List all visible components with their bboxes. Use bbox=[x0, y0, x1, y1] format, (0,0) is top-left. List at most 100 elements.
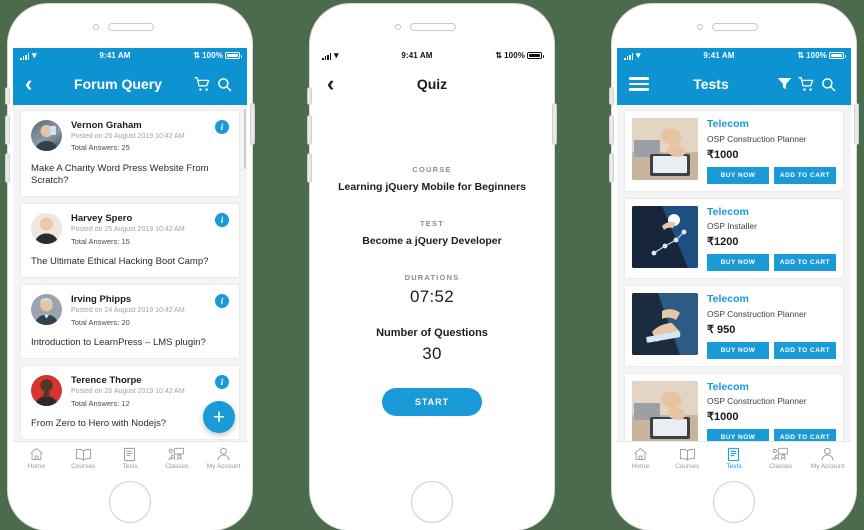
volume-down-button[interactable] bbox=[6, 154, 9, 182]
product-category[interactable]: Telecom bbox=[707, 293, 836, 306]
status-bar: ▾ 9:41 AM ⇅ 100% bbox=[617, 48, 851, 63]
volume-down-button[interactable] bbox=[308, 154, 311, 182]
volume-up-button[interactable] bbox=[308, 116, 311, 144]
durations-value: 07:52 bbox=[409, 287, 455, 306]
phone-device-forum: ▾ 9:41 AM ⇅ 100% ‹ Forum Query Vernon Gr… bbox=[6, 4, 254, 530]
cellular-signal-icon bbox=[322, 53, 331, 60]
nav-label: Home bbox=[27, 462, 46, 470]
post-question: From Zero to Hero with Nodejs? bbox=[31, 417, 167, 429]
product-category[interactable]: Telecom bbox=[707, 206, 836, 219]
product-name: OSP Construction Planner bbox=[707, 396, 807, 407]
home-button[interactable] bbox=[109, 481, 151, 523]
classroom-icon bbox=[168, 447, 185, 462]
buy-now-button[interactable]: BUY NOW bbox=[707, 254, 769, 272]
info-icon[interactable]: i bbox=[215, 213, 229, 228]
bluetooth-icon: ⇅ bbox=[495, 51, 503, 60]
search-icon[interactable] bbox=[817, 73, 839, 95]
volume-down-button[interactable] bbox=[610, 154, 613, 182]
forum-content[interactable]: Vernon Graham Posted on 26 August 2019 1… bbox=[13, 105, 247, 441]
back-chevron-icon[interactable]: ‹ bbox=[25, 73, 45, 95]
nav-item-my-account[interactable]: My Account bbox=[200, 447, 247, 471]
add-post-button[interactable]: + bbox=[203, 401, 235, 433]
tests-content[interactable]: Telecom OSP Construction Planner ₹1000 B… bbox=[617, 105, 851, 441]
back-chevron-icon[interactable]: ‹ bbox=[327, 73, 347, 95]
bottom-navigation: Home Courses Tests Classes My Account bbox=[13, 441, 247, 475]
earpiece-speaker bbox=[712, 23, 758, 31]
nav-item-my-account[interactable]: My Account bbox=[804, 447, 851, 471]
list-item[interactable]: Vernon Graham Posted on 26 August 2019 1… bbox=[20, 110, 240, 198]
info-icon[interactable]: i bbox=[215, 294, 229, 309]
add-to-cart-button[interactable]: ADD TO CART bbox=[774, 429, 836, 441]
app-bar-quiz: ‹ Quiz bbox=[315, 63, 549, 105]
add-to-cart-button[interactable]: ADD TO CART bbox=[774, 341, 836, 359]
home-button[interactable] bbox=[411, 481, 453, 523]
device-bottom-bezel bbox=[612, 475, 856, 530]
info-icon[interactable]: i bbox=[215, 120, 229, 134]
nav-item-classes[interactable]: Classes bbox=[153, 447, 200, 471]
filter-icon[interactable] bbox=[773, 73, 795, 95]
post-answer-count: Total Answers: 12 bbox=[71, 398, 130, 408]
list-item[interactable]: Telecom OSP Construction Planner ₹1000 B… bbox=[624, 110, 844, 192]
battery-icon bbox=[225, 52, 242, 59]
status-bar: ▾ 9:41 AM ⇅ 100% bbox=[315, 48, 549, 63]
list-item[interactable]: Terence Thorpe Posted on 26 August 2019 … bbox=[20, 365, 240, 441]
post-question: Introduction to LearnPress – LMS plugin? bbox=[31, 336, 206, 348]
earpiece-speaker bbox=[108, 23, 154, 31]
cart-icon[interactable] bbox=[795, 73, 817, 95]
product-category[interactable]: Telecom bbox=[707, 118, 836, 131]
hamburger-menu-icon[interactable] bbox=[629, 77, 649, 91]
page-title: Forum Query bbox=[74, 76, 162, 92]
add-to-cart-button[interactable]: ADD TO CART bbox=[774, 166, 836, 184]
nav-label: My Account bbox=[206, 462, 241, 470]
battery-percent: 100% bbox=[504, 51, 525, 60]
list-item[interactable]: Telecom OSP Construction Planner ₹1000 B… bbox=[624, 372, 844, 441]
nav-item-home[interactable]: Home bbox=[13, 447, 60, 471]
mute-switch[interactable] bbox=[6, 88, 9, 104]
front-camera-icon bbox=[395, 24, 401, 30]
post-date: Posted on 25 August 2019 10:42 AM bbox=[71, 226, 185, 234]
avatar bbox=[31, 213, 62, 245]
device-top-bezel bbox=[8, 4, 252, 48]
power-button[interactable] bbox=[553, 104, 556, 144]
info-icon[interactable]: i bbox=[215, 375, 229, 390]
nav-item-courses[interactable]: Courses bbox=[664, 447, 711, 471]
status-left: ▾ bbox=[322, 51, 339, 60]
buy-now-button[interactable]: BUY NOW bbox=[707, 341, 769, 359]
buy-now-button[interactable]: BUY NOW bbox=[707, 166, 769, 184]
nav-item-home[interactable]: Home bbox=[617, 447, 664, 471]
course-label: COURSE bbox=[412, 165, 452, 174]
add-to-cart-button[interactable]: ADD TO CART bbox=[774, 254, 836, 272]
list-item[interactable]: Telecom OSP Construction Planner ₹ 950 B… bbox=[624, 285, 844, 367]
mute-switch[interactable] bbox=[610, 88, 613, 104]
nav-item-courses[interactable]: Courses bbox=[60, 447, 107, 471]
nav-label: Tests bbox=[122, 462, 138, 470]
list-item[interactable]: Telecom OSP Installer ₹1200 BUY NOW ADD … bbox=[624, 197, 844, 280]
device-bottom-bezel bbox=[310, 475, 554, 530]
battery-percent: 100% bbox=[806, 51, 827, 60]
list-item[interactable]: Irving Phipps Posted on 24 August 2019 1… bbox=[20, 284, 240, 360]
book-icon bbox=[679, 447, 696, 462]
scrollbar[interactable] bbox=[243, 109, 246, 169]
cart-icon[interactable] bbox=[191, 73, 213, 95]
home-button[interactable] bbox=[713, 481, 755, 523]
buy-now-button[interactable]: BUY NOW bbox=[707, 429, 769, 441]
nav-item-classes[interactable]: Classes bbox=[757, 447, 804, 471]
volume-up-button[interactable] bbox=[610, 116, 613, 144]
volume-up-button[interactable] bbox=[6, 116, 9, 144]
search-icon[interactable] bbox=[213, 73, 235, 95]
post-date: Posted on 24 August 2019 10:42 AM bbox=[71, 307, 185, 315]
durations-label: DURATIONS bbox=[404, 273, 460, 282]
power-button[interactable] bbox=[855, 104, 858, 144]
start-button[interactable]: START bbox=[382, 388, 482, 416]
mute-switch[interactable] bbox=[308, 88, 311, 104]
questions-value: 30 bbox=[422, 344, 442, 363]
avatar bbox=[31, 294, 62, 326]
nav-item-tests[interactable]: Tests bbox=[107, 447, 154, 471]
list-item[interactable]: Harvey Spero Posted on 25 August 2019 10… bbox=[20, 203, 240, 279]
battery-icon bbox=[829, 52, 846, 59]
product-category[interactable]: Telecom bbox=[707, 381, 836, 394]
device-top-bezel bbox=[612, 4, 856, 48]
power-button[interactable] bbox=[251, 104, 254, 144]
screenshot-stage: ▾ 9:41 AM ⇅ 100% ‹ Forum Query Vernon Gr… bbox=[0, 0, 864, 530]
nav-item-tests[interactable]: Tests bbox=[711, 447, 758, 471]
